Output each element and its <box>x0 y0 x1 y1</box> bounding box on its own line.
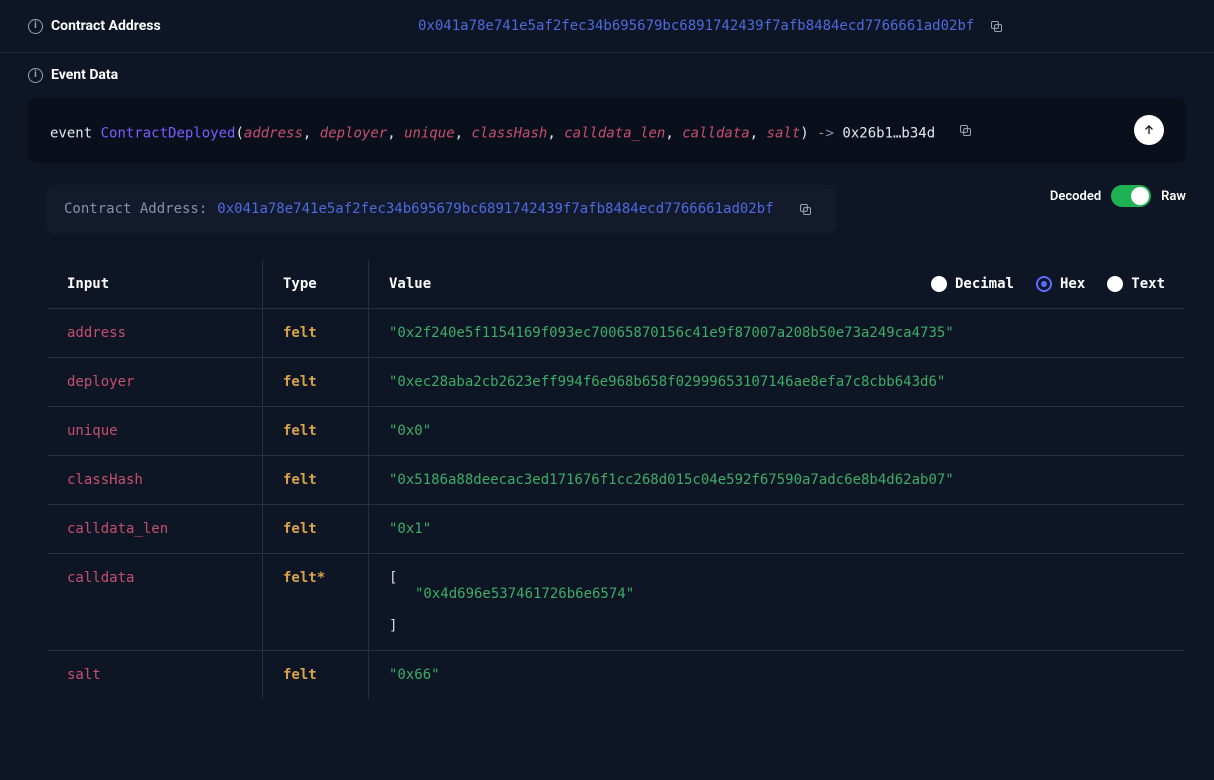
event-params-table: Input Type Value Decimal Hex <box>46 259 1186 700</box>
event-data-row: i Event Data <box>0 53 1214 97</box>
col-type: Type <box>263 260 369 309</box>
col-value: Value Decimal Hex <box>369 260 1186 309</box>
event-signature-box: event ContractDeployed(address, deployer… <box>28 97 1186 163</box>
param-name: calldata <box>67 570 134 586</box>
radio-dot-icon <box>1107 276 1123 292</box>
event-param: calldata <box>682 126 749 142</box>
info-icon: i <box>28 68 43 83</box>
radio-text[interactable]: Text <box>1107 276 1165 292</box>
event-data-label: Event Data <box>51 67 118 83</box>
contract-address-label: Contract Address <box>51 18 161 34</box>
event-result-hash: 0x26b1…b34d <box>842 126 935 142</box>
param-type: felt <box>283 325 317 341</box>
radio-decimal[interactable]: Decimal <box>931 276 1014 292</box>
decoded-contract-address-link[interactable]: 0x041a78e741e5af2fec34b695679bc689174243… <box>217 201 773 217</box>
col-input: Input <box>47 260 263 309</box>
decoded-raw-toggle: Decoded Raw <box>1050 185 1186 207</box>
raw-label: Raw <box>1161 189 1186 204</box>
param-type: felt <box>283 472 317 488</box>
param-name: address <box>67 325 126 341</box>
param-type: felt <box>283 423 317 439</box>
decoded-raw-switch[interactable] <box>1111 185 1151 207</box>
param-type: felt* <box>283 570 325 586</box>
scroll-up-button[interactable] <box>1134 115 1164 145</box>
param-value: "0x0" <box>369 407 1186 456</box>
event-param: calldata_len <box>564 126 665 142</box>
param-type: felt <box>283 521 317 537</box>
table-row: unique felt "0x0" <box>47 407 1186 456</box>
event-param: unique <box>404 126 455 142</box>
copy-icon[interactable] <box>794 197 818 221</box>
event-signature: event ContractDeployed(address, deployer… <box>50 118 978 142</box>
radio-dot-icon <box>931 276 947 292</box>
decoded-label: Decoded <box>1050 189 1101 204</box>
copy-icon[interactable] <box>984 14 1008 38</box>
table-row: calldata felt* ["0x4d696e537461726b6e6574"… <box>47 554 1186 651</box>
param-type: felt <box>283 374 317 390</box>
radio-hex[interactable]: Hex <box>1036 276 1085 292</box>
param-name: salt <box>67 667 101 683</box>
event-param: salt <box>767 126 801 142</box>
param-value: ["0x4d696e537461726b6e6574"] <box>369 554 1186 651</box>
param-value: "0x2f240e5f1154169f093ec70065870156c41e9… <box>369 309 1186 358</box>
param-name: deployer <box>67 374 134 390</box>
table-row: calldata_len felt "0x1" <box>47 505 1186 554</box>
event-param: address <box>244 126 303 142</box>
radio-dot-icon <box>1036 276 1052 292</box>
param-type: felt <box>283 667 317 683</box>
table-row: salt felt "0x66" <box>47 651 1186 700</box>
decoded-contract-address: Contract Address: 0x041a78e741e5af2fec34… <box>46 185 836 233</box>
table-row: address felt "0x2f240e5f1154169f093ec70065… <box>47 309 1186 358</box>
param-name: calldata_len <box>67 521 168 537</box>
event-param: classHash <box>472 126 548 142</box>
contract-address-row: i Contract Address 0x041a78e741e5af2fec3… <box>0 0 1214 53</box>
event-param: deployer <box>320 126 387 142</box>
decoded-contract-address-label: Contract Address: <box>64 201 207 217</box>
table-row: classHash felt "0x5186a88deecac3ed171676f1… <box>47 456 1186 505</box>
table-row: deployer felt "0xec28aba2cb2623eff994f6e96… <box>47 358 1186 407</box>
param-value: "0x66" <box>369 651 1186 700</box>
param-name: classHash <box>67 472 143 488</box>
param-value: "0x5186a88deecac3ed171676f1cc268d015c04e… <box>369 456 1186 505</box>
copy-icon[interactable] <box>954 118 978 142</box>
param-value: "0xec28aba2cb2623eff994f6e968b658f029996… <box>369 358 1186 407</box>
param-value: "0x1" <box>369 505 1186 554</box>
param-name: unique <box>67 423 118 439</box>
info-icon: i <box>28 19 43 34</box>
contract-address-link[interactable]: 0x041a78e741e5af2fec34b695679bc689174243… <box>418 18 974 34</box>
